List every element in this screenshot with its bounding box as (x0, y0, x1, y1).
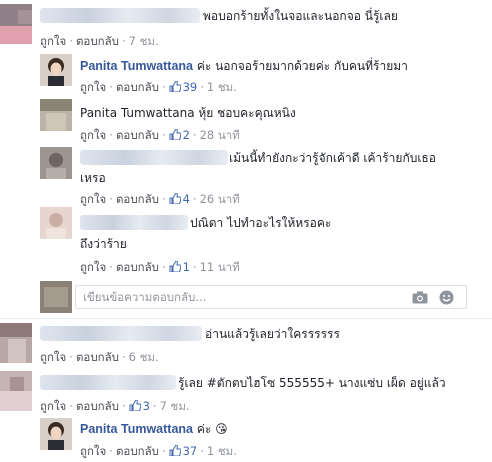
comment-text-line-2: เหรอ (80, 171, 106, 185)
comment-text-line-1: เม้นนี้ทำยังกะว่ารู้จักเค้าดี เค้าร้ายกั… (229, 151, 436, 165)
like-link[interactable]: ถูกใจ (80, 80, 106, 94)
blurred-author-name (40, 375, 176, 390)
comment-3: รู้เลย #ตักตบไฮโซ 555555+ นางแซ่บ เผ็ด อ… (0, 368, 492, 416)
like-count[interactable]: 4 (169, 192, 190, 206)
comment-actions: ถูกใจ · ตอบกลับ · 3 · 7 ชม. (40, 399, 190, 413)
like-link[interactable]: ถูกใจ (80, 192, 106, 206)
comment-text-line-2: ถึงว่าร้าย (80, 237, 127, 251)
blurred-author-name (40, 8, 200, 23)
reply-1: Panita Tumwattana ค่ะ นอกจอร้ายมากด้วยค่… (0, 50, 492, 100)
thumbs-up-icon (169, 81, 181, 92)
thumbs-up-icon (169, 129, 181, 140)
author-name[interactable]: Panita Tumwattana (80, 422, 193, 436)
like-count[interactable]: 1 (169, 260, 190, 274)
avatar[interactable] (0, 371, 32, 411)
comment-text: อ่านแล้วรู้เลยว่าใครรรรรร (205, 327, 340, 341)
like-link[interactable]: ถูกใจ (40, 350, 66, 364)
thumbs-up-icon (169, 445, 181, 456)
reply-link[interactable]: ตอบกลับ (116, 260, 159, 274)
like-count[interactable]: 3 (129, 399, 150, 413)
current-user-avatar (40, 281, 72, 313)
reply-5: Panita Tumwattana ค่ะ 😘 ถูกใจ · ตอบกลับ · 37… (0, 416, 492, 462)
comment-actions: ถูกใจ · ตอบกลับ · 4 · 26 นาที (80, 192, 240, 206)
avatar[interactable] (40, 147, 72, 179)
timestamp[interactable]: 11 นาที (200, 260, 240, 274)
like-count[interactable]: 39 (169, 80, 197, 94)
comment-text: รู้เลย #ตักตบไฮโซ 555555+ นางแซ่บ เผ็ด อ… (178, 376, 446, 390)
like-link[interactable]: ถูกใจ (40, 34, 66, 48)
comment-actions: ถูกใจ · ตอบกลับ · 6 ชม. (40, 350, 159, 364)
timestamp[interactable]: 1 ชม. (207, 80, 237, 94)
comment-text: พอบอกร้ายทั้งในจอและนอกจอ นี่รู้เลย (203, 9, 398, 23)
reply-link[interactable]: ตอบกลับ (116, 444, 159, 458)
avatar[interactable] (40, 54, 72, 86)
reply-link[interactable]: ตอบกลับ (76, 399, 119, 413)
blurred-author-name (40, 326, 202, 341)
comment-actions: ถูกใจ · ตอบกลับ · 37 · 1 ชม. (80, 444, 237, 458)
avatar[interactable] (0, 323, 32, 363)
timestamp[interactable]: 28 นาที (200, 128, 240, 142)
reply-4: ปณิดา ไปทำอะไรให้หรอคะ ถึงว่าร้าย ถูกใจ ·… (0, 205, 492, 280)
comment-actions: ถูกใจ · ตอบกลับ · 1 · 11 นาที (80, 260, 240, 274)
blurred-author-name (80, 150, 228, 165)
thumbs-up-icon (169, 193, 181, 204)
reply-input[interactable] (76, 286, 396, 308)
avatar[interactable] (40, 99, 72, 131)
author-name[interactable]: Panita Tumwattana (80, 59, 193, 73)
reply-link[interactable]: ตอบกลับ (116, 80, 159, 94)
blurred-author-name (80, 215, 188, 230)
comment-text-line-1: ปณิดา ไปทำอะไรให้หรอคะ (190, 216, 332, 230)
comment-actions: ถูกใจ · ตอบกลับ · 7 ชม. (40, 34, 159, 48)
like-link[interactable]: ถูกใจ (80, 128, 106, 142)
like-count[interactable]: 2 (169, 128, 190, 142)
comment-text: ค่ะ นอกจอร้ายมากด้วยค่ะ กับคนที่ร้ายมา (196, 59, 408, 73)
reply-2: Panita Tumwattana หุ้ย ชอบคะคุณหนิง ถูกใ… (0, 95, 492, 145)
reply-link[interactable]: ตอบกลับ (76, 34, 119, 48)
like-link[interactable]: ถูกใจ (40, 399, 66, 413)
timestamp[interactable]: 7 ชม. (160, 399, 190, 413)
comment-2: อ่านแล้วรู้เลยว่าใครรรรรร ถูกใจ · ตอบกลับ ·… (0, 320, 492, 368)
reply-3: เม้นนี้ทำยังกะว่ารู้จักเค้าดี เค้าร้ายกั… (0, 145, 492, 206)
timestamp[interactable]: 26 นาที (200, 192, 240, 206)
avatar[interactable] (40, 418, 72, 450)
comment-actions: ถูกใจ · ตอบกลับ · 39 · 1 ชม. (80, 80, 237, 94)
thumbs-up-icon (169, 261, 181, 272)
camera-icon[interactable] (412, 291, 428, 304)
reply-link[interactable]: ตอบกลับ (76, 350, 119, 364)
avatar[interactable] (40, 207, 72, 239)
comment-text: Panita Tumwattana หุ้ย ชอบคะคุณหนิง (80, 106, 296, 120)
timestamp[interactable]: 7 ชม. (129, 34, 159, 48)
reply-composer (75, 285, 467, 309)
avatar[interactable] (0, 4, 32, 44)
timestamp[interactable]: 1 ชม. (207, 444, 237, 458)
thumbs-up-icon (129, 400, 141, 411)
comment-1: พอบอกร้ายทั้งในจอและนอกจอ นี่รู้เลย ถูกใ… (0, 0, 492, 50)
reply-link[interactable]: ตอบกลับ (116, 192, 159, 206)
reply-link[interactable]: ตอบกลับ (116, 128, 159, 142)
like-link[interactable]: ถูกใจ (80, 444, 106, 458)
like-link[interactable]: ถูกใจ (80, 260, 106, 274)
comment-text: ค่ะ (196, 422, 212, 436)
divider (0, 318, 492, 319)
comment-actions: ถูกใจ · ตอบกลับ · 2 · 28 นาที (80, 128, 240, 142)
timestamp[interactable]: 6 ชม. (129, 350, 159, 364)
smiley-icon[interactable] (439, 290, 454, 305)
like-count[interactable]: 37 (169, 444, 197, 458)
kiss-emoji: 😘 (215, 422, 228, 436)
